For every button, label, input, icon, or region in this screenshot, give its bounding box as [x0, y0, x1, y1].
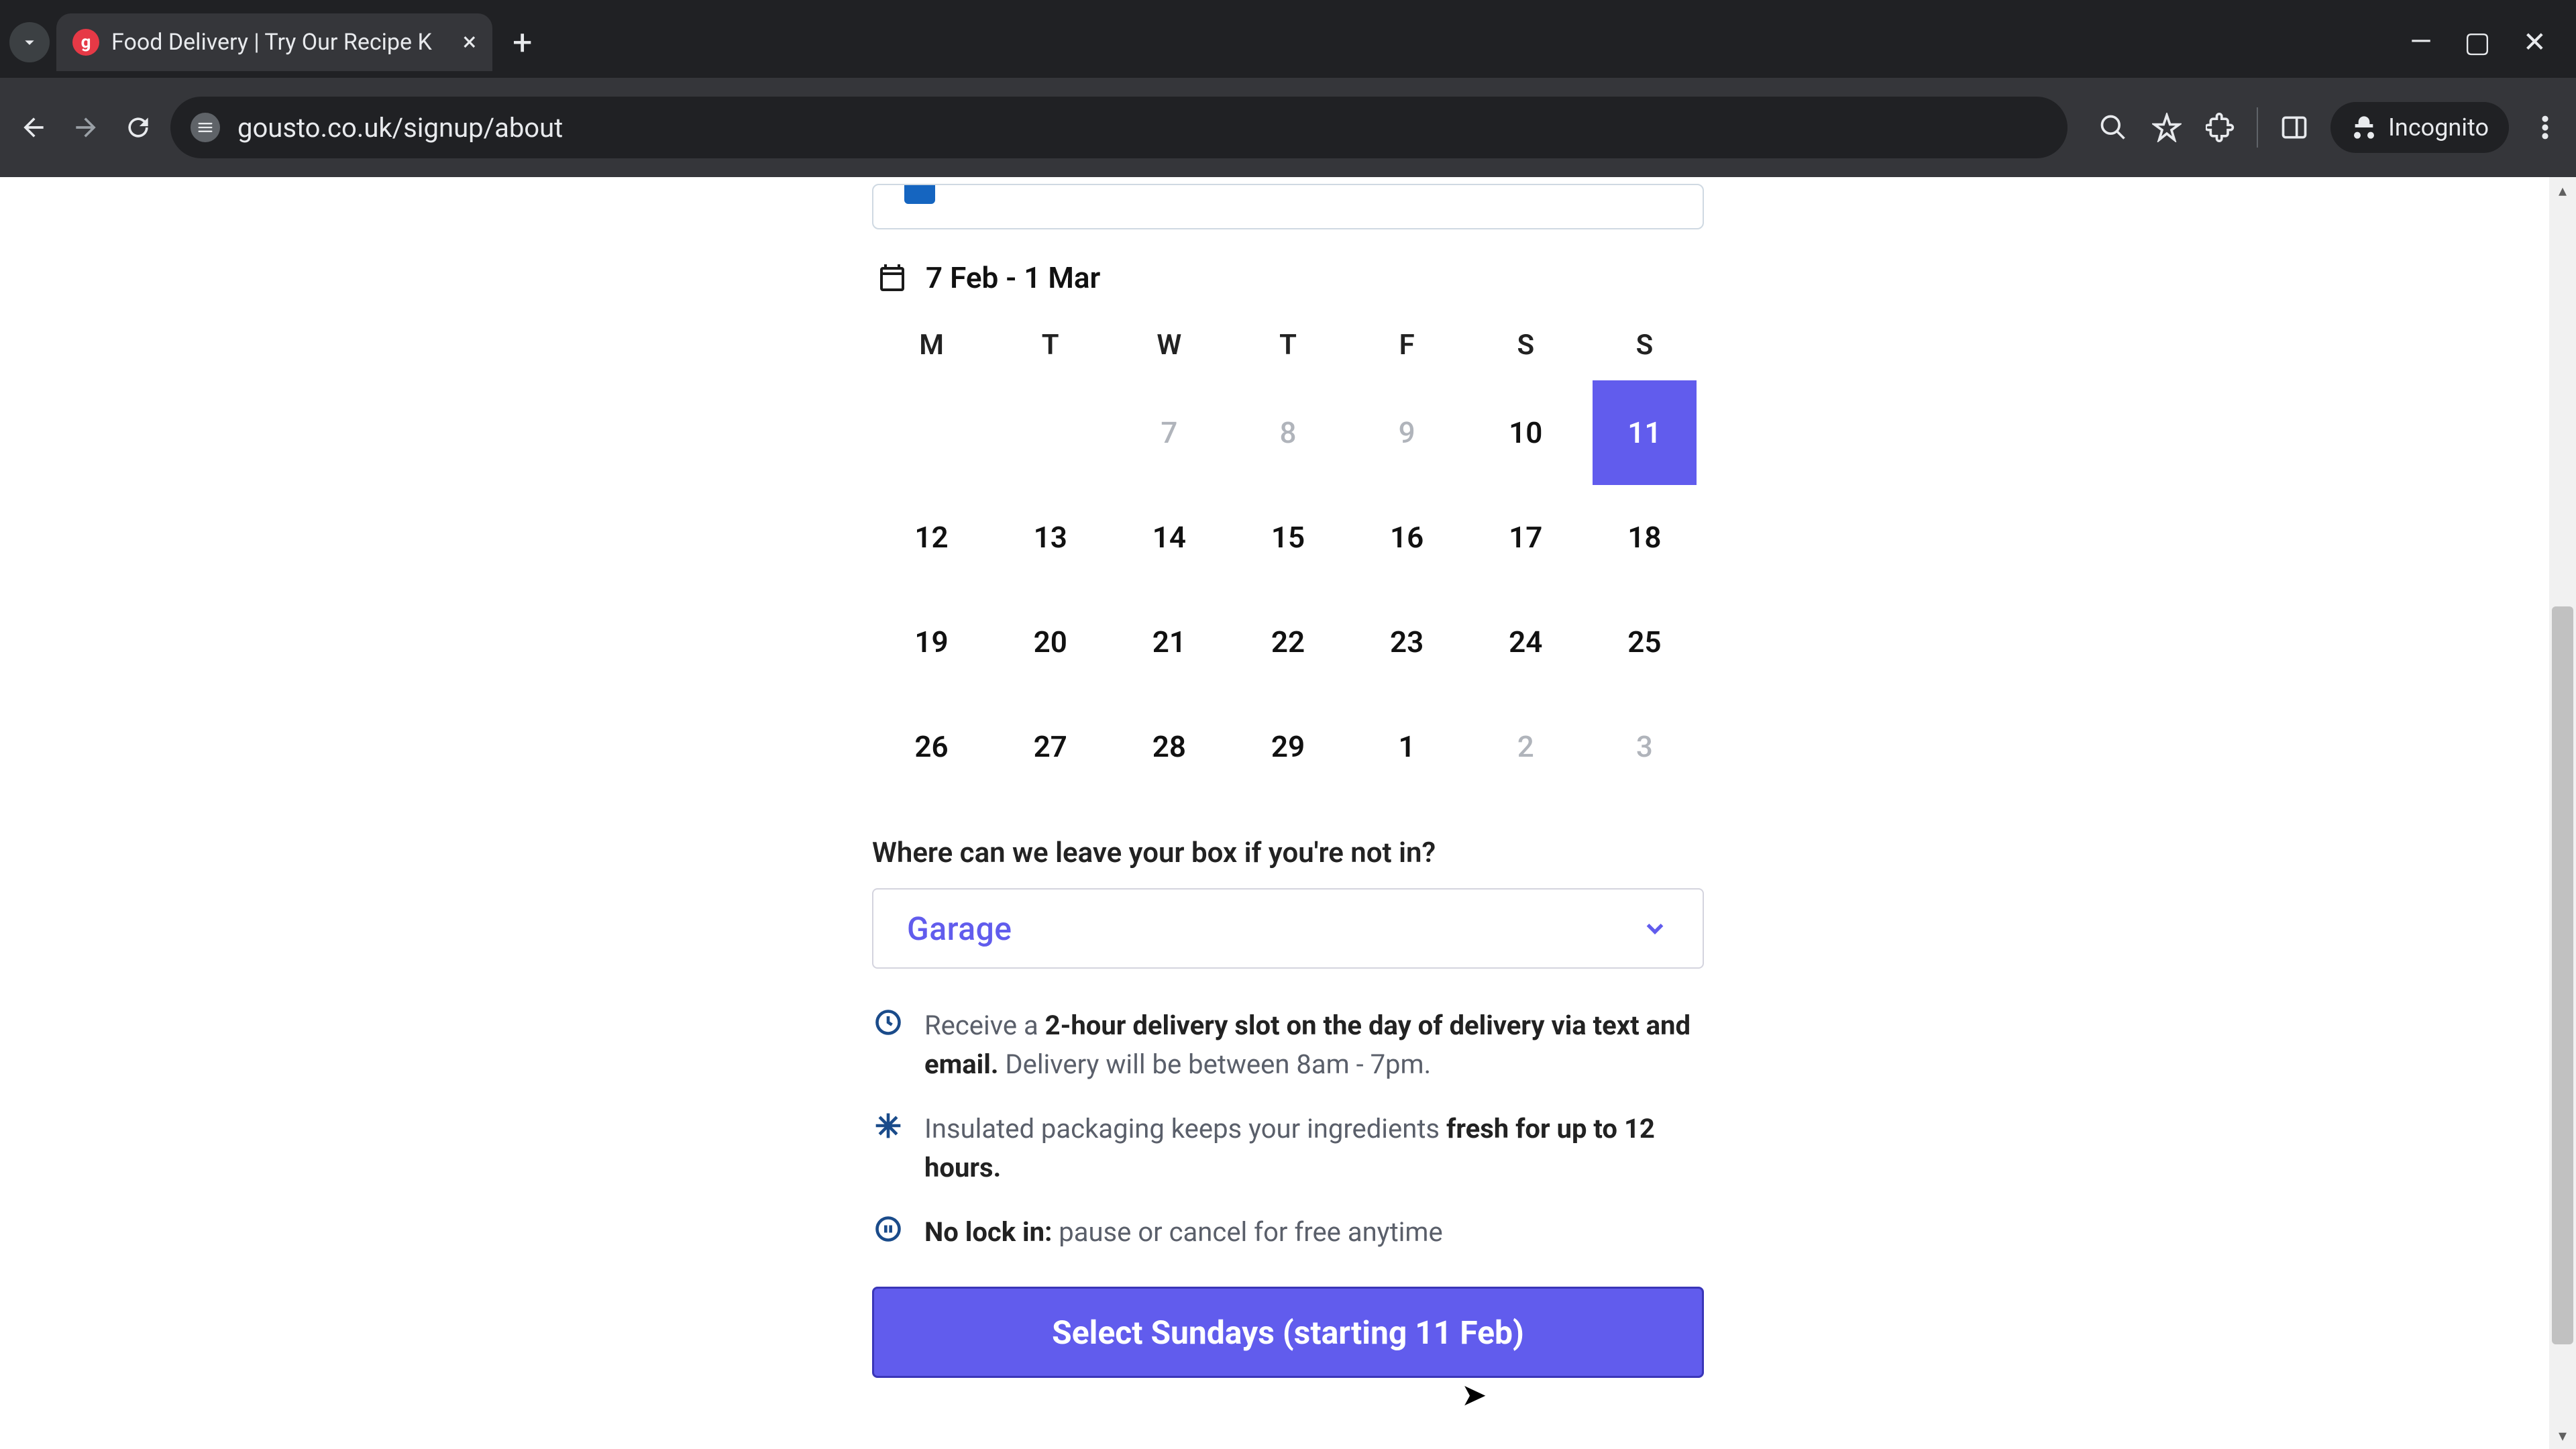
- tab-close-button[interactable]: ×: [463, 30, 476, 55]
- calendar-day[interactable]: 26: [879, 694, 983, 799]
- calendar-day[interactable]: 27: [998, 694, 1102, 799]
- close-window-button[interactable]: ✕: [2523, 25, 2546, 59]
- calendar-day[interactable]: 18: [1593, 485, 1697, 590]
- calendar-day[interactable]: 28: [1117, 694, 1221, 799]
- calendar-day[interactable]: 23: [1355, 590, 1459, 694]
- calendar-day[interactable]: 13: [998, 485, 1102, 590]
- scrollbar-thumb[interactable]: [2552, 606, 2573, 1344]
- calendar-day: 3: [1593, 694, 1697, 799]
- calendar-day[interactable]: 14: [1117, 485, 1221, 590]
- scroll-up-arrow[interactable]: ▴: [2552, 180, 2573, 201]
- address-bar[interactable]: gousto.co.uk/signup/about: [170, 97, 2068, 158]
- info-delivery-slot: Receive a 2-hour delivery slot on the da…: [872, 1006, 1704, 1084]
- new-tab-button[interactable]: +: [513, 22, 533, 63]
- delivery-info-list: Receive a 2-hour delivery slot on the da…: [872, 1006, 1704, 1252]
- safe-place-value: Garage: [907, 910, 1012, 948]
- extensions-icon[interactable]: [2203, 110, 2238, 145]
- bookmark-icon[interactable]: [2149, 110, 2184, 145]
- calendar-day: 9: [1355, 380, 1459, 485]
- calendar-day[interactable]: 19: [879, 590, 983, 694]
- snowflake-icon: [872, 1110, 904, 1142]
- back-button[interactable]: [13, 107, 54, 148]
- toolbar-separator: [2257, 107, 2258, 148]
- calendar-grid: MTWTFSS 78910111213141516171819202122232…: [872, 329, 1704, 799]
- weekday-header: F: [1348, 329, 1466, 380]
- calendar-day[interactable]: 1: [1355, 694, 1459, 799]
- hint-banner: [872, 184, 1704, 229]
- calendar-day[interactable]: 11: [1593, 380, 1697, 485]
- calendar-icon: [876, 262, 908, 294]
- search-icon[interactable]: [2096, 110, 2131, 145]
- safe-place-select[interactable]: Garage: [872, 888, 1704, 969]
- tab-favicon: g: [72, 29, 99, 56]
- chevron-down-icon: [1641, 914, 1669, 943]
- menu-icon[interactable]: [2528, 110, 2563, 145]
- calendar-day[interactable]: 20: [998, 590, 1102, 694]
- tab-search-button[interactable]: [9, 22, 50, 62]
- clock-icon: [872, 1006, 904, 1038]
- window-controls: ― ▢ ✕: [2410, 25, 2567, 59]
- incognito-badge[interactable]: Incognito: [2330, 102, 2509, 153]
- calendar-range-label: 7 Feb - 1 Mar: [926, 260, 1100, 295]
- scroll-down-arrow[interactable]: ▾: [2552, 1425, 2573, 1446]
- side-panel-icon[interactable]: [2277, 110, 2312, 145]
- url-text: gousto.co.uk/signup/about: [237, 112, 563, 144]
- calendar-day[interactable]: 17: [1474, 485, 1578, 590]
- calendar-day[interactable]: 12: [879, 485, 983, 590]
- weekday-header: W: [1110, 329, 1228, 380]
- calendar-day[interactable]: 25: [1593, 590, 1697, 694]
- calendar-day: 8: [1236, 380, 1340, 485]
- weekday-header: S: [1466, 329, 1585, 380]
- maximize-button[interactable]: ▢: [2464, 25, 2491, 59]
- forward-button[interactable]: [66, 107, 106, 148]
- info-packaging-text: Insulated packaging keeps your ingredien…: [924, 1110, 1704, 1187]
- tab-title: Food Delivery | Try Our Recipe K: [111, 29, 451, 56]
- calendar-day[interactable]: 16: [1355, 485, 1459, 590]
- info-no-lock-in: No lock in: pause or cancel for free any…: [872, 1213, 1704, 1252]
- calendar-day[interactable]: 10: [1474, 380, 1578, 485]
- minimize-button[interactable]: ―: [2410, 25, 2432, 59]
- calendar-day[interactable]: 21: [1117, 590, 1221, 694]
- incognito-label: Incognito: [2388, 113, 2489, 142]
- reload-button[interactable]: [118, 107, 158, 148]
- signup-delivery-step: 7 Feb - 1 Mar MTWTFSS 789101112131415161…: [872, 177, 1704, 1378]
- info-no-lock-in-text: No lock in: pause or cancel for free any…: [924, 1213, 1443, 1252]
- browser-tab[interactable]: g Food Delivery | Try Our Recipe K ×: [56, 13, 492, 71]
- calendar-day[interactable]: 22: [1236, 590, 1340, 694]
- toolbar-right: Incognito: [2096, 102, 2563, 153]
- browser-toolbar: gousto.co.uk/signup/about Incognito: [0, 78, 2576, 177]
- calendar-day[interactable]: 24: [1474, 590, 1578, 694]
- tab-strip: g Food Delivery | Try Our Recipe K × + ―…: [0, 0, 2576, 78]
- calendar-day[interactable]: 29: [1236, 694, 1340, 799]
- site-info-icon[interactable]: [191, 113, 220, 142]
- page-viewport: ▴ ▾ 7 Feb - 1 Mar MTWTFSS 78910111213141…: [0, 177, 2576, 1449]
- safe-place-question: Where can we leave your box if you're no…: [872, 837, 1704, 869]
- pause-cycle-icon: [872, 1213, 904, 1245]
- info-packaging: Insulated packaging keeps your ingredien…: [872, 1110, 1704, 1187]
- browser-chrome: g Food Delivery | Try Our Recipe K × + ―…: [0, 0, 2576, 177]
- weekday-header: T: [991, 329, 1110, 380]
- select-delivery-day-button[interactable]: Select Sundays (starting 11 Feb): [872, 1287, 1704, 1378]
- calendar-range: 7 Feb - 1 Mar: [872, 260, 1704, 295]
- mouse-cursor: ➤: [1461, 1377, 1487, 1413]
- calendar-day: 7: [1117, 380, 1221, 485]
- weekday-header: S: [1585, 329, 1704, 380]
- weekday-header: T: [1228, 329, 1347, 380]
- info-delivery-slot-text: Receive a 2-hour delivery slot on the da…: [924, 1006, 1704, 1084]
- calendar-day[interactable]: 15: [1236, 485, 1340, 590]
- calendar-day: 2: [1474, 694, 1578, 799]
- weekday-header: M: [872, 329, 991, 380]
